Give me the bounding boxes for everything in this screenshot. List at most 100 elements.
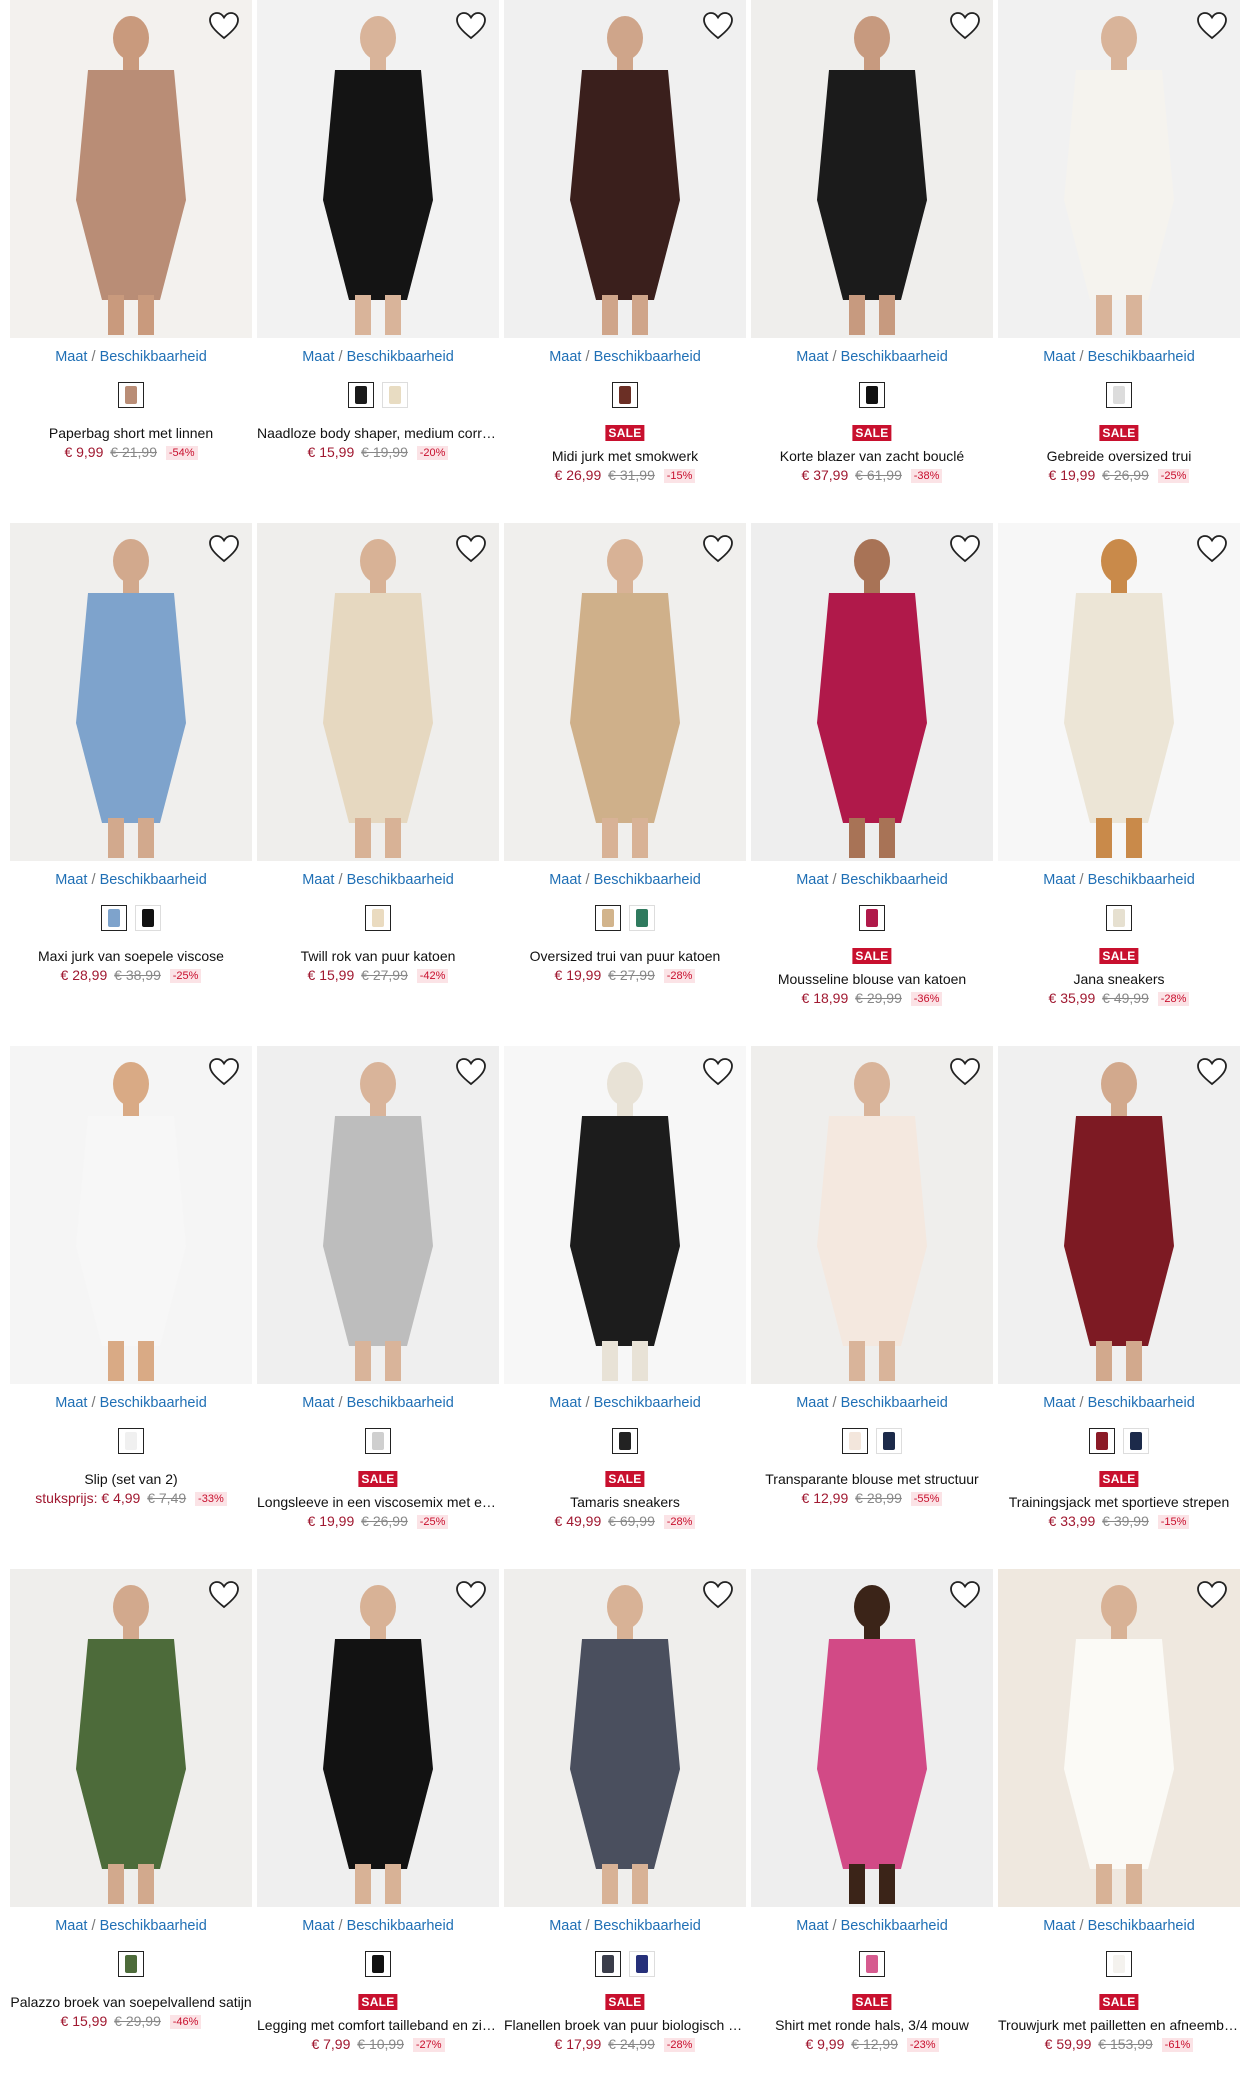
product-image[interactable]: [257, 1046, 499, 1384]
color-swatch[interactable]: [876, 1428, 902, 1454]
size-availability-link[interactable]: Maat / Beschikbaarheid: [257, 872, 499, 888]
color-swatch[interactable]: [842, 1428, 868, 1454]
product-image[interactable]: [10, 0, 252, 338]
color-swatch[interactable]: [382, 382, 408, 408]
product-name[interactable]: Trainingsjack met sportieve strepen: [998, 1494, 1240, 1510]
product-name[interactable]: Mousseline blouse van katoen: [751, 971, 993, 987]
availability-label[interactable]: Beschikbaarheid: [347, 872, 454, 888]
size-label[interactable]: Maat: [55, 349, 87, 365]
size-availability-link[interactable]: Maat / Beschikbaarheid: [504, 1395, 746, 1411]
availability-label[interactable]: Beschikbaarheid: [1088, 872, 1195, 888]
product-name[interactable]: Korte blazer van zacht bouclé: [751, 448, 993, 464]
product-name[interactable]: Oversized trui van puur katoen: [504, 948, 746, 964]
size-availability-link[interactable]: Maat / Beschikbaarheid: [257, 1918, 499, 1934]
availability-label[interactable]: Beschikbaarheid: [100, 872, 207, 888]
product-image[interactable]: [998, 523, 1240, 861]
product-name[interactable]: Trouwjurk met pailletten en afneembare r…: [998, 2017, 1240, 2033]
availability-label[interactable]: Beschikbaarheid: [1088, 1918, 1195, 1934]
product-image[interactable]: [751, 523, 993, 861]
heart-icon[interactable]: [208, 1056, 240, 1088]
color-swatch[interactable]: [859, 905, 885, 931]
size-label[interactable]: Maat: [1043, 349, 1075, 365]
size-label[interactable]: Maat: [55, 1918, 87, 1934]
color-swatch[interactable]: [365, 905, 391, 931]
heart-icon[interactable]: [949, 1056, 981, 1088]
color-swatch[interactable]: [1106, 1951, 1132, 1977]
size-label[interactable]: Maat: [796, 1395, 828, 1411]
size-availability-link[interactable]: Maat / Beschikbaarheid: [257, 1395, 499, 1411]
availability-label[interactable]: Beschikbaarheid: [100, 1395, 207, 1411]
color-swatch[interactable]: [629, 1951, 655, 1977]
heart-icon[interactable]: [949, 1579, 981, 1611]
availability-label[interactable]: Beschikbaarheid: [594, 1395, 701, 1411]
product-image[interactable]: [257, 0, 499, 338]
color-swatch[interactable]: [859, 382, 885, 408]
color-swatch[interactable]: [135, 905, 161, 931]
heart-icon[interactable]: [455, 1056, 487, 1088]
color-swatch[interactable]: [595, 1951, 621, 1977]
product-name[interactable]: Longsleeve in een viscosemix met elastaa…: [257, 1494, 499, 1510]
color-swatch[interactable]: [118, 1951, 144, 1977]
product-image[interactable]: [504, 523, 746, 861]
heart-icon[interactable]: [702, 10, 734, 42]
heart-icon[interactable]: [702, 533, 734, 565]
product-name[interactable]: Midi jurk met smokwerk: [504, 448, 746, 464]
product-image[interactable]: [10, 1046, 252, 1384]
size-availability-link[interactable]: Maat / Beschikbaarheid: [10, 1918, 252, 1934]
size-label[interactable]: Maat: [1043, 1918, 1075, 1934]
size-availability-link[interactable]: Maat / Beschikbaarheid: [998, 349, 1240, 365]
product-name[interactable]: Flanellen broek van puur biologisch kato…: [504, 2017, 746, 2033]
product-image[interactable]: [998, 1569, 1240, 1907]
heart-icon[interactable]: [702, 1579, 734, 1611]
availability-label[interactable]: Beschikbaarheid: [347, 349, 454, 365]
product-name[interactable]: Maxi jurk van soepele viscose: [10, 948, 252, 964]
color-swatch[interactable]: [101, 905, 127, 931]
size-label[interactable]: Maat: [549, 872, 581, 888]
color-swatch[interactable]: [1106, 905, 1132, 931]
product-image[interactable]: [10, 523, 252, 861]
color-swatch[interactable]: [1106, 382, 1132, 408]
product-image[interactable]: [504, 0, 746, 338]
heart-icon[interactable]: [208, 10, 240, 42]
product-image[interactable]: [998, 0, 1240, 338]
size-availability-link[interactable]: Maat / Beschikbaarheid: [504, 872, 746, 888]
heart-icon[interactable]: [208, 1579, 240, 1611]
size-label[interactable]: Maat: [549, 349, 581, 365]
size-label[interactable]: Maat: [1043, 872, 1075, 888]
size-label[interactable]: Maat: [302, 1395, 334, 1411]
availability-label[interactable]: Beschikbaarheid: [1088, 349, 1195, 365]
color-swatch[interactable]: [1123, 1428, 1149, 1454]
availability-label[interactable]: Beschikbaarheid: [100, 1918, 207, 1934]
size-label[interactable]: Maat: [55, 872, 87, 888]
product-name[interactable]: Tamaris sneakers: [504, 1494, 746, 1510]
product-name[interactable]: Shirt met ronde hals, 3/4 mouw: [751, 2017, 993, 2033]
heart-icon[interactable]: [949, 10, 981, 42]
color-swatch[interactable]: [612, 382, 638, 408]
availability-label[interactable]: Beschikbaarheid: [594, 349, 701, 365]
availability-label[interactable]: Beschikbaarheid: [594, 1918, 701, 1934]
size-availability-link[interactable]: Maat / Beschikbaarheid: [998, 1918, 1240, 1934]
size-availability-link[interactable]: Maat / Beschikbaarheid: [257, 349, 499, 365]
heart-icon[interactable]: [1196, 533, 1228, 565]
color-swatch[interactable]: [365, 1951, 391, 1977]
product-image[interactable]: [504, 1046, 746, 1384]
product-image[interactable]: [10, 1569, 252, 1907]
color-swatch[interactable]: [629, 905, 655, 931]
product-name[interactable]: Naadloze body shaper, medium correctie: [257, 425, 499, 441]
heart-icon[interactable]: [455, 533, 487, 565]
availability-label[interactable]: Beschikbaarheid: [841, 1918, 948, 1934]
size-label[interactable]: Maat: [796, 1918, 828, 1934]
color-swatch[interactable]: [612, 1428, 638, 1454]
heart-icon[interactable]: [949, 533, 981, 565]
product-name[interactable]: Gebreide oversized trui: [998, 448, 1240, 464]
product-name[interactable]: Jana sneakers: [998, 971, 1240, 987]
size-availability-link[interactable]: Maat / Beschikbaarheid: [998, 872, 1240, 888]
availability-label[interactable]: Beschikbaarheid: [347, 1395, 454, 1411]
availability-label[interactable]: Beschikbaarheid: [1088, 1395, 1195, 1411]
heart-icon[interactable]: [1196, 1056, 1228, 1088]
product-image[interactable]: [751, 1046, 993, 1384]
product-image[interactable]: [257, 1569, 499, 1907]
size-availability-link[interactable]: Maat / Beschikbaarheid: [10, 872, 252, 888]
availability-label[interactable]: Beschikbaarheid: [594, 872, 701, 888]
size-availability-link[interactable]: Maat / Beschikbaarheid: [10, 349, 252, 365]
